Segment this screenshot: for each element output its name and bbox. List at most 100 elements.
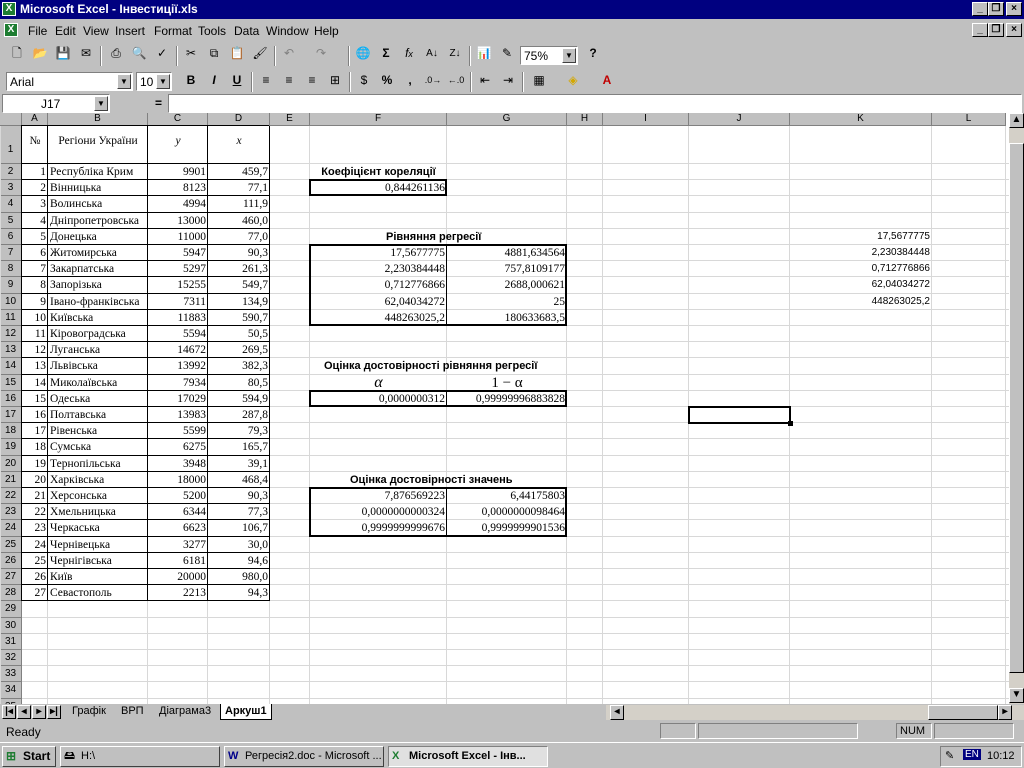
- chevron-down-icon[interactable]: ▼: [94, 96, 108, 111]
- row-header[interactable]: 19: [0, 439, 22, 456]
- sort-descending-icon[interactable]: Z↓: [444, 43, 466, 65]
- function-icon[interactable]: fx: [398, 43, 420, 65]
- row-header[interactable]: 13: [0, 342, 22, 359]
- underline-icon[interactable]: U: [226, 70, 248, 92]
- row-header[interactable]: 27: [0, 569, 22, 586]
- drawing-icon[interactable]: ✎: [496, 43, 518, 65]
- column-header[interactable]: I: [603, 113, 689, 126]
- row-header[interactable]: 22: [0, 488, 22, 505]
- sheet-tab-grafik[interactable]: Графік: [68, 704, 110, 720]
- print-icon[interactable]: ⎙: [105, 43, 127, 65]
- row-header[interactable]: 32: [0, 650, 22, 667]
- horizontal-scrollbar[interactable]: ◂ ▸: [606, 705, 1024, 720]
- cut-icon[interactable]: ✂: [180, 43, 202, 65]
- row-header[interactable]: 1: [0, 126, 22, 164]
- scroll-down-icon[interactable]: ▼: [1009, 688, 1024, 703]
- column-header[interactable]: F: [310, 113, 447, 126]
- font-select[interactable]: Arial ▼: [6, 72, 133, 91]
- excel-app-icon[interactable]: X: [2, 2, 16, 16]
- menu-help[interactable]: Help: [314, 24, 339, 38]
- restore-button[interactable]: ❐: [988, 2, 1004, 16]
- row-header[interactable]: 26: [0, 552, 22, 569]
- row-header[interactable]: 8: [0, 261, 22, 278]
- row-header[interactable]: 29: [0, 601, 22, 618]
- scroll-up-icon[interactable]: ▲: [1009, 113, 1024, 128]
- chart-wizard-icon[interactable]: 📊: [473, 43, 495, 65]
- row-header[interactable]: 21: [0, 471, 22, 488]
- scroll-left-icon[interactable]: ◂: [610, 705, 624, 720]
- row-header[interactable]: 5: [0, 212, 22, 229]
- row-header[interactable]: 12: [0, 326, 22, 343]
- open-icon[interactable]: 📂: [29, 43, 51, 65]
- fill-handle[interactable]: [788, 421, 793, 427]
- worksheet-grid[interactable]: A B C D E F G H I J K L 1 2 3 4 5 6 7 8 9 10 11 12 13 14 15 16 17 18 1…: [0, 113, 1012, 704]
- italic-icon[interactable]: I: [203, 70, 225, 92]
- row-header[interactable]: 20: [0, 455, 22, 472]
- increase-indent-icon[interactable]: ⇥: [497, 70, 519, 92]
- prev-sheet-icon[interactable]: ◂: [17, 705, 31, 719]
- percent-icon[interactable]: %: [376, 70, 398, 92]
- name-box[interactable]: J17 ▼: [2, 94, 110, 113]
- row-header[interactable]: 6: [0, 228, 22, 245]
- mail-icon[interactable]: ✉: [75, 43, 97, 65]
- menu-edit[interactable]: Edit: [55, 24, 76, 38]
- row-header[interactable]: 14: [0, 358, 22, 375]
- scroll-thumb[interactable]: [1009, 143, 1024, 673]
- currency-icon[interactable]: $: [353, 70, 375, 92]
- font-color-icon[interactable]: A: [596, 70, 618, 92]
- scroll-right-icon[interactable]: ▸: [998, 705, 1012, 720]
- sheet-tab-vrp[interactable]: ВРП: [117, 704, 148, 720]
- new-icon[interactable]: 🗋: [6, 43, 28, 65]
- format-painter-icon[interactable]: 🖌: [249, 43, 271, 65]
- next-sheet-icon[interactable]: ▸: [32, 705, 46, 719]
- row-header[interactable]: 4: [0, 196, 22, 213]
- column-header[interactable]: L: [932, 113, 1006, 126]
- undo-icon[interactable]: ↶: [278, 43, 300, 65]
- row-header[interactable]: 28: [0, 585, 22, 602]
- menu-format[interactable]: Format: [154, 24, 192, 38]
- close-button[interactable]: ×: [1006, 2, 1022, 16]
- sheet-tab-arkush1[interactable]: Аркуш1: [220, 704, 272, 720]
- web-icon[interactable]: 🌐: [352, 43, 374, 65]
- chevron-down-icon[interactable]: ▼: [562, 48, 576, 63]
- row-header[interactable]: 9: [0, 277, 22, 294]
- autosum-icon[interactable]: Σ: [375, 43, 397, 65]
- chevron-down-icon[interactable]: ▼: [117, 74, 131, 89]
- spelling-icon[interactable]: ✓: [151, 43, 173, 65]
- row-header[interactable]: 15: [0, 374, 22, 391]
- row-header[interactable]: 2: [0, 164, 22, 181]
- last-sheet-icon[interactable]: ▸|: [47, 705, 61, 719]
- font-size-select[interactable]: 10 ▼: [136, 72, 172, 91]
- sort-ascending-icon[interactable]: A↓: [421, 43, 443, 65]
- column-header[interactable]: E: [270, 113, 310, 126]
- formula-input[interactable]: [168, 94, 1022, 113]
- row-header[interactable]: 30: [0, 617, 22, 634]
- row-header[interactable]: 33: [0, 666, 22, 683]
- redo-icon[interactable]: ↷: [310, 43, 332, 65]
- language-indicator[interactable]: EN: [963, 749, 981, 760]
- borders-icon[interactable]: ▦: [528, 70, 550, 92]
- row-header[interactable]: 3: [0, 180, 22, 197]
- align-left-icon[interactable]: ≡: [255, 70, 277, 92]
- save-icon[interactable]: 💾: [52, 43, 74, 65]
- copy-icon[interactable]: ⧉: [203, 43, 225, 65]
- zoom-select[interactable]: 75% ▼: [520, 46, 578, 65]
- column-header[interactable]: H: [567, 113, 603, 126]
- row-header[interactable]: 31: [0, 633, 22, 650]
- help-icon[interactable]: ?: [582, 43, 604, 65]
- row-header[interactable]: 18: [0, 423, 22, 440]
- row-header[interactable]: 17: [0, 407, 22, 424]
- row-header[interactable]: 11: [0, 309, 22, 326]
- print-preview-icon[interactable]: 🔍: [128, 43, 150, 65]
- column-header[interactable]: G: [447, 113, 567, 126]
- fill-color-icon[interactable]: ◈: [562, 70, 584, 92]
- workbook-icon[interactable]: X: [4, 23, 18, 37]
- paste-icon[interactable]: 📋: [226, 43, 248, 65]
- align-center-icon[interactable]: ≡: [278, 70, 300, 92]
- chevron-down-icon[interactable]: ▼: [156, 74, 170, 89]
- row-header[interactable]: 34: [0, 682, 22, 699]
- doc-restore-button[interactable]: ❐: [988, 23, 1004, 37]
- row-header[interactable]: 10: [0, 293, 22, 310]
- increase-decimal-icon[interactable]: .0→: [422, 70, 444, 92]
- menu-view[interactable]: View: [83, 24, 109, 38]
